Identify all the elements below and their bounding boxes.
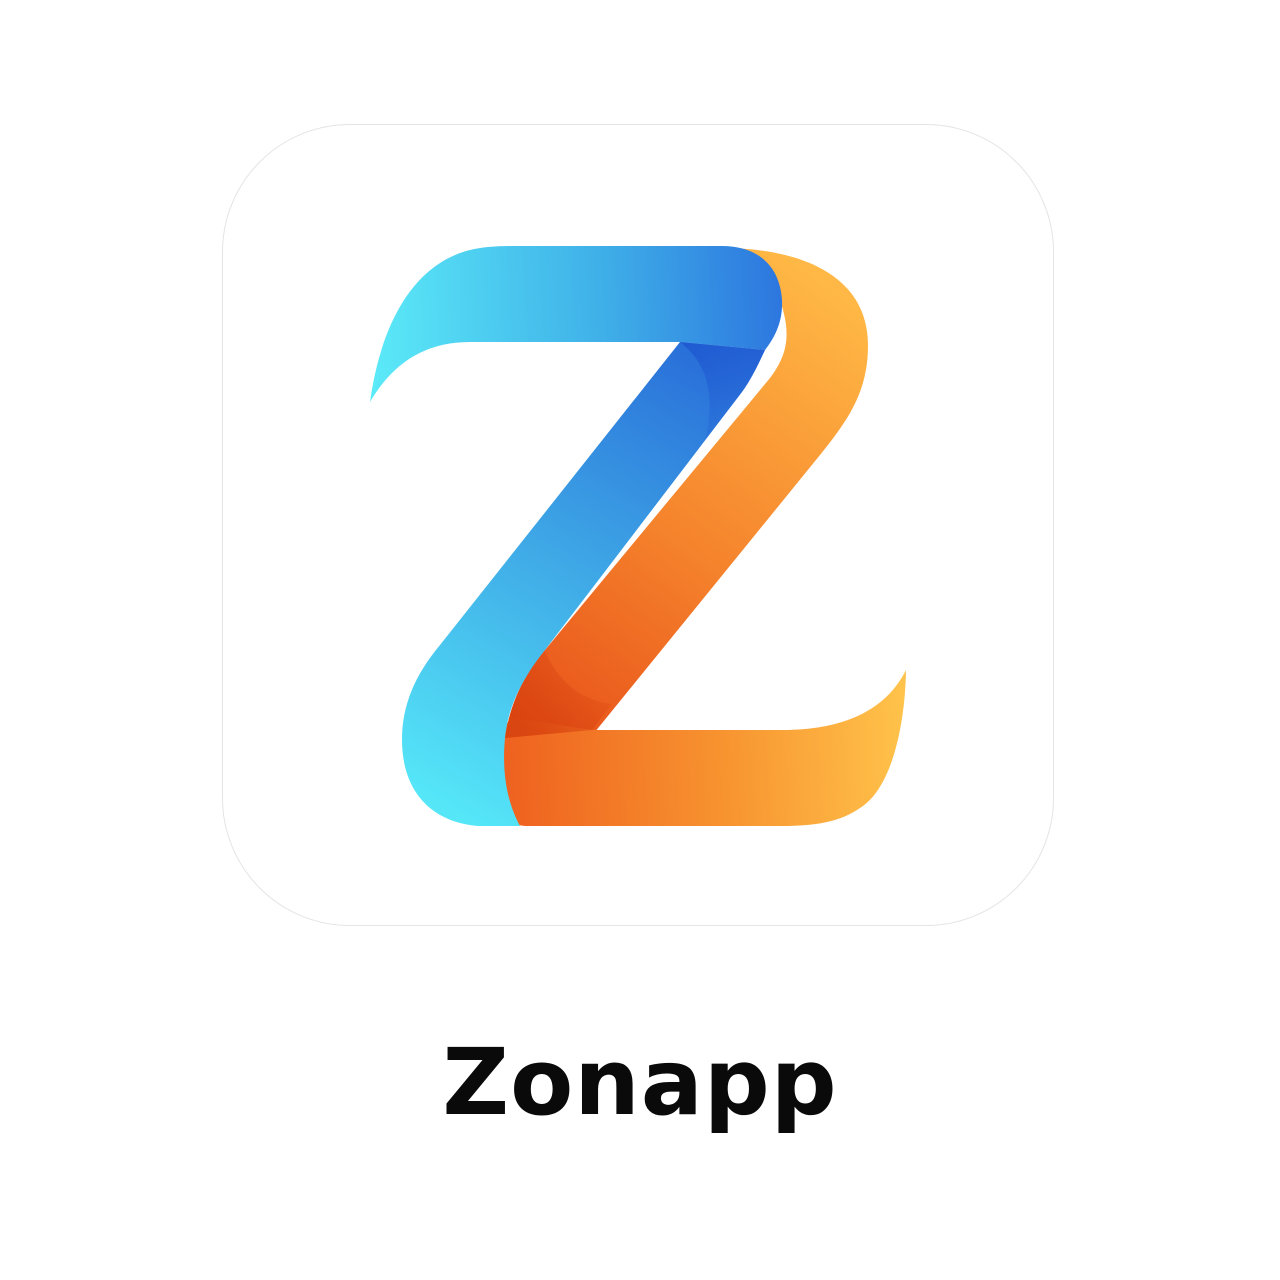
app-icon-canvas: Zonapp [0, 0, 1280, 1280]
app-name-label: Zonapp [442, 1029, 838, 1136]
